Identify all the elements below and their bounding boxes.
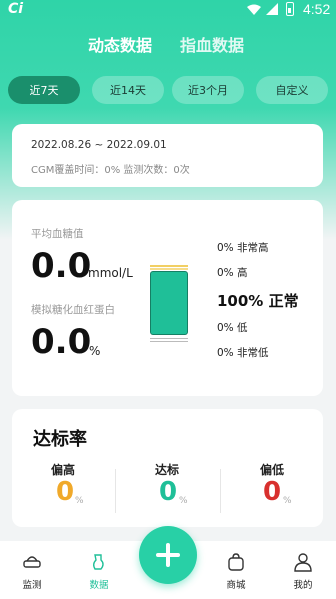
date-range-card: 2022.08.26 ~ 2022.09.01 CGM覆盖时间：0% 监测次数：…: [12, 124, 323, 187]
very-high-band: [150, 265, 188, 267]
target-rate-title: 达标率: [33, 429, 87, 450]
main-tabs: 动态数据 指血数据: [0, 32, 336, 56]
rate-high-label: 偏高: [50, 463, 75, 477]
nav-monitor[interactable]: 监测: [2, 541, 62, 599]
cgm-coverage-text: CGM覆盖时间：0% 监测次数：0次: [31, 165, 190, 176]
hba1c-label: 模拟糖化血红蛋白: [31, 304, 115, 316]
rate-target-unit: %: [179, 496, 188, 506]
battery-icon: [286, 2, 294, 16]
rate-low-label: 偏低: [259, 463, 284, 477]
rate-target-value: 0: [159, 477, 178, 507]
nav-monitor-label: 监测: [22, 580, 42, 591]
normal-range-bar: [150, 271, 188, 335]
pct-low: 0% 低: [217, 322, 248, 334]
range-tabs: 近7天 近14天 近3个月 自定义: [8, 76, 328, 104]
avg-glucose-unit: mmol/L: [88, 266, 133, 280]
nav-profile[interactable]: 我的: [273, 541, 333, 599]
app-logo: Ci: [8, 1, 24, 17]
clock: 4:52: [303, 1, 331, 17]
nav-data[interactable]: 数据: [69, 541, 129, 599]
rate-col-target: 达标: [132, 459, 202, 478]
rate-low-unit: %: [283, 496, 292, 506]
pct-very-low: 0% 非常低: [217, 347, 269, 359]
very-low-band: [150, 341, 188, 342]
tab-dynamic-data[interactable]: 动态数据: [88, 32, 152, 56]
nav-profile-label: 我的: [293, 580, 313, 591]
range-tab-14days[interactable]: 近14天: [92, 76, 164, 104]
add-button[interactable]: [139, 526, 197, 584]
rate-col-low: 偏低: [237, 459, 307, 478]
tab-fingerstick-data[interactable]: 指血数据: [180, 32, 244, 56]
avg-glucose-label: 平均血糖值: [31, 228, 84, 240]
pct-high: 0% 高: [217, 267, 248, 279]
range-tab-3months[interactable]: 近3个月: [172, 76, 244, 104]
hba1c-unit: %: [89, 344, 101, 358]
date-range-text: 2022.08.26 ~ 2022.09.01: [31, 139, 167, 151]
shop-bag-icon: [228, 553, 244, 571]
low-band: [150, 338, 188, 339]
rate-col-high: 偏高: [28, 459, 98, 478]
person-icon: [294, 553, 312, 572]
range-tab-custom[interactable]: 自定义: [256, 76, 328, 104]
monitor-icon: [23, 556, 41, 568]
divider: [220, 469, 221, 513]
rate-high-unit: %: [75, 496, 84, 506]
avg-glucose-value: 0.0: [31, 246, 92, 286]
wifi-icon: [247, 4, 261, 15]
high-band: [150, 268, 188, 270]
divider: [115, 469, 116, 513]
nav-shop[interactable]: 商城: [206, 541, 266, 599]
plus-icon: [156, 543, 180, 567]
glucose-stats-card: 平均血糖值 0.0 mmol/L 模拟糖化血红蛋白 0.0 % 0% 非常高 0…: [12, 200, 323, 396]
rate-low-value: 0: [263, 477, 282, 507]
rate-target-label: 达标: [154, 463, 179, 477]
signal-icon: [266, 3, 278, 15]
nav-data-label: 数据: [89, 580, 109, 591]
pct-normal: 100% 正常: [217, 292, 299, 310]
rate-high-value: 0: [56, 477, 75, 507]
status-bar: Ci 4:52: [0, 0, 336, 20]
target-rate-card: 达标率 偏高 0 % 达标 0 % 偏低 0 %: [12, 409, 323, 527]
pct-very-high: 0% 非常高: [217, 242, 269, 254]
nav-shop-label: 商城: [226, 580, 246, 591]
hba1c-value: 0.0: [31, 322, 92, 362]
data-icon: [93, 554, 104, 570]
range-tab-7days[interactable]: 近7天: [8, 76, 80, 104]
